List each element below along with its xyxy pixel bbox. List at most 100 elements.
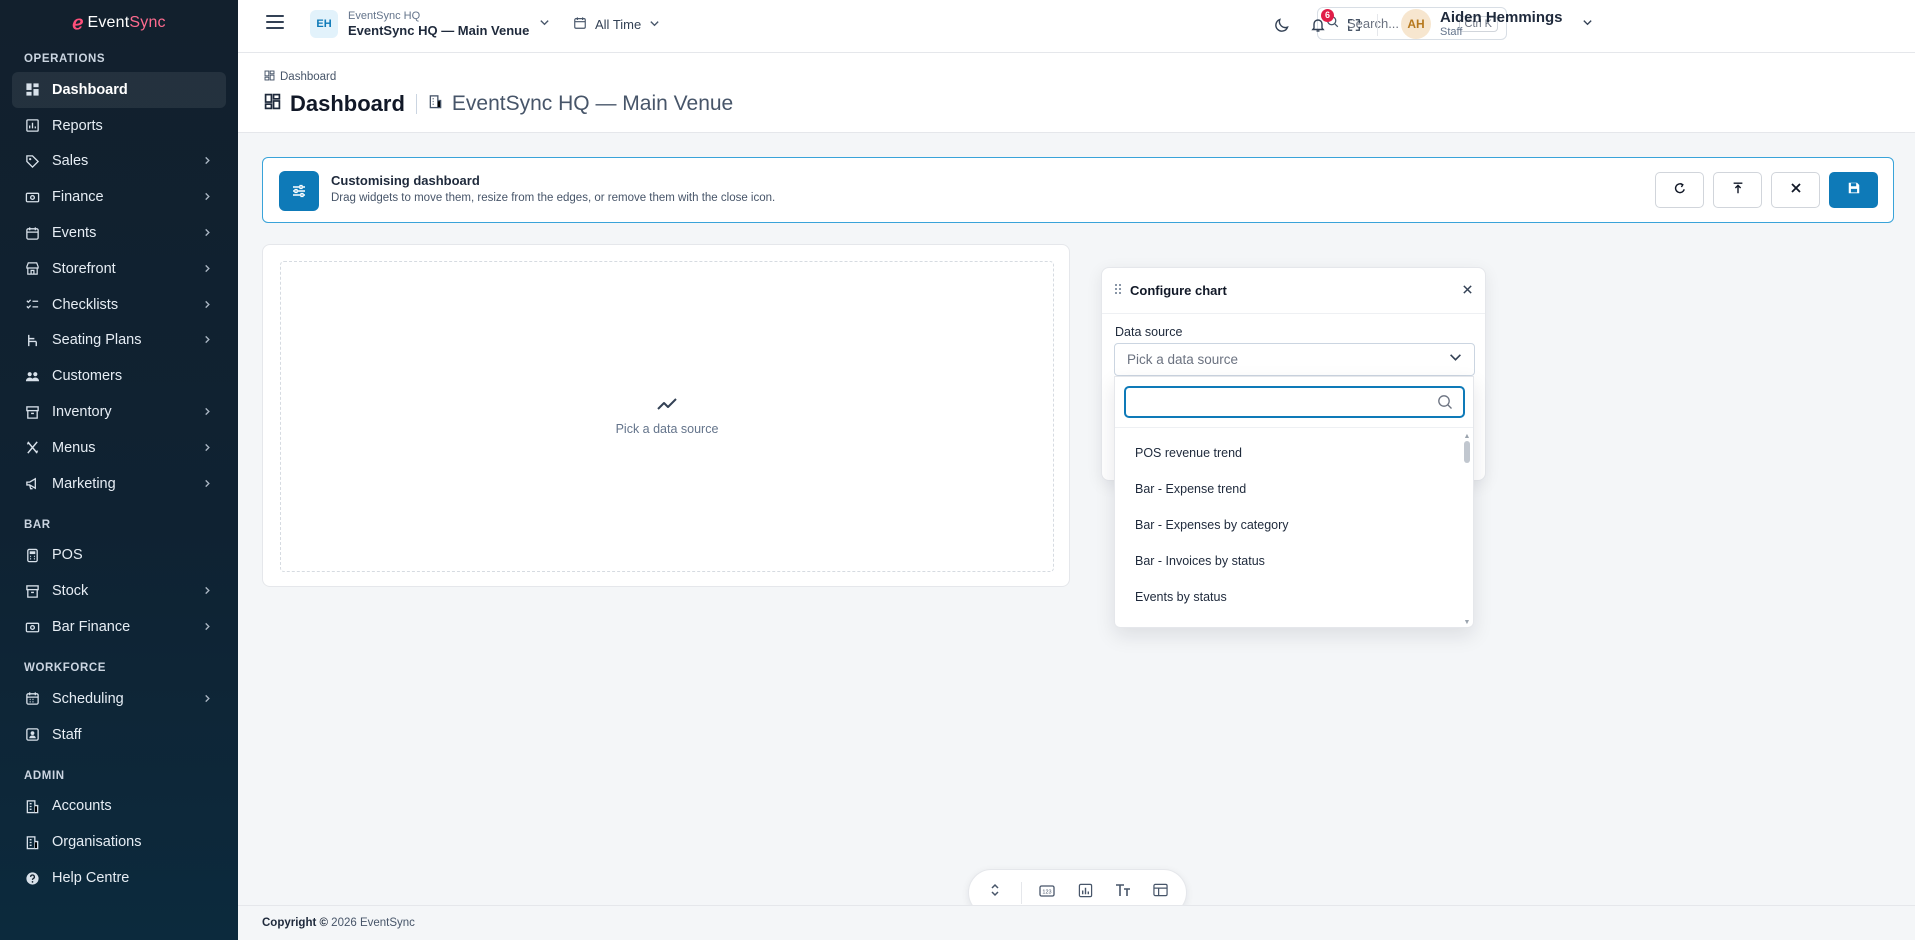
sidebar-item-seating-plans[interactable]: Seating Plans (12, 323, 226, 359)
topbar-divider (1377, 14, 1378, 36)
data-source-option[interactable]: Bar - Expense trend (1115, 471, 1455, 507)
data-source-option[interactable]: POS revenue trend (1115, 435, 1455, 471)
svg-text:123: 123 (1043, 889, 1052, 895)
page-title: Dashboard (290, 91, 405, 116)
drag-handle-icon[interactable] (1114, 282, 1122, 300)
page-footer: Copyright © 2026 EventSync (238, 905, 1915, 940)
title-divider (415, 94, 417, 114)
sidebar-item-help-centre[interactable]: Help Centre (12, 860, 226, 896)
data-source-option[interactable]: Bar - Expenses by category (1115, 507, 1455, 543)
banner-description: Drag widgets to move them, resize from t… (331, 192, 776, 204)
add-chart-widget-button[interactable] (1069, 877, 1101, 909)
chevron-down-icon (1582, 15, 1593, 33)
sidebar-item-scheduling[interactable]: Scheduling (12, 681, 226, 717)
scroll-down-icon[interactable]: ▼ (1463, 619, 1471, 627)
notifications-bell-icon[interactable]: 6 (1308, 9, 1334, 35)
sidebar-item-label: Organisations (52, 834, 142, 851)
menu-toggle-icon[interactable] (266, 15, 284, 29)
app-logo[interactable]: ℯ EventSync (0, 0, 238, 46)
sidebar-item-label: Staff (52, 726, 82, 743)
save-icon (1847, 181, 1861, 200)
chevron-down-icon (649, 17, 660, 32)
chevron-right-icon (203, 262, 212, 276)
add-number-widget-button[interactable]: 123 (1032, 877, 1064, 909)
sidebar-item-inventory[interactable]: Inventory (12, 394, 226, 430)
sidebar-item-pos[interactable]: POS (12, 538, 226, 574)
sidebar-item-organisations[interactable]: Organisations (12, 824, 226, 860)
breadcrumb[interactable]: Dashboard (264, 70, 336, 84)
sidebar-item-label: Customers (52, 368, 123, 385)
add-table-widget-button[interactable] (1144, 877, 1176, 909)
sidebar-item-label: Finance (52, 189, 104, 206)
chevron-right-icon (203, 333, 212, 347)
sidebar-item-sales[interactable]: Sales (12, 144, 226, 180)
close-icon[interactable] (1462, 282, 1473, 300)
money-icon (24, 619, 40, 635)
sidebar-item-bar-finance[interactable]: Bar Finance (12, 609, 226, 645)
page-subtitle-venue: EventSync HQ — Main Venue (451, 92, 734, 115)
sidebar-item-accounts[interactable]: Accounts (12, 789, 226, 825)
chevron-right-icon (203, 298, 212, 312)
fullscreen-icon[interactable] (1344, 15, 1364, 35)
table-icon (1153, 883, 1168, 902)
user-menu[interactable]: AH Aiden Hemmings Staff (1401, 9, 1593, 39)
align-top-button[interactable] (1713, 172, 1762, 208)
sidebar-item-marketing[interactable]: Marketing (12, 466, 226, 502)
chevron-right-icon (203, 477, 212, 491)
org-avatar: EH (310, 10, 338, 39)
sidebar-item-storefront[interactable]: Storefront (12, 251, 226, 287)
sidebar-item-dashboard[interactable]: Dashboard (12, 72, 226, 108)
save-layout-button[interactable] (1829, 172, 1878, 208)
chevron-right-icon (203, 154, 212, 168)
sidebar-item-label: Reports (52, 117, 103, 134)
cancel-customise-button[interactable] (1771, 172, 1820, 208)
dark-mode-toggle-icon[interactable] (1272, 15, 1292, 35)
data-source-option[interactable]: Bar - Invoices by status (1115, 543, 1455, 579)
calendar-icon (573, 16, 587, 33)
copyright-text: Copyright © 2026 EventSync (262, 917, 415, 929)
sidebar-item-finance[interactable]: Finance (12, 179, 226, 215)
dashboard-icon (264, 93, 281, 115)
menus-icon (24, 440, 40, 456)
scroll-up-icon[interactable]: ▲ (1463, 433, 1471, 441)
sidebar-item-label: Menus (52, 439, 96, 456)
checklist-icon (24, 297, 40, 313)
dropdown-scrollbar[interactable]: ▲ ▼ (1463, 433, 1471, 626)
sidebar-item-label: Events (52, 225, 97, 242)
notifications-count-badge: 6 (1320, 9, 1334, 22)
nav-section-heading: ADMIN (24, 769, 65, 782)
trend-line-icon (657, 397, 677, 416)
refresh-icon (1673, 181, 1687, 200)
configure-chart-title: Configure chart (1130, 283, 1227, 298)
sidebar-item-customers[interactable]: Customers (12, 358, 226, 394)
sidebar-item-stock[interactable]: Stock (12, 573, 226, 609)
number-card-icon: 123 (1039, 884, 1056, 902)
data-source-search-input[interactable] (1126, 388, 1426, 416)
add-text-widget-button[interactable] (1107, 877, 1139, 909)
org-switcher[interactable]: EH EventSync HQ EventSync HQ — Main Venu… (310, 10, 550, 39)
data-source-option[interactable]: Events by status (1115, 579, 1455, 615)
time-filter-dropdown[interactable]: All Time (573, 16, 660, 33)
user-name: Aiden Hemmings (1440, 8, 1563, 26)
sidebar-item-label: POS (52, 547, 83, 564)
reset-layout-button[interactable] (1655, 172, 1704, 208)
chevron-right-icon (203, 190, 212, 204)
sidebar-item-reports[interactable]: Reports (12, 108, 226, 144)
sidebar-item-checklists[interactable]: Checklists (12, 287, 226, 323)
sidebar-item-events[interactable]: Events (12, 215, 226, 251)
chevron-right-icon (203, 584, 212, 598)
data-source-select[interactable]: Pick a data source (1114, 343, 1475, 376)
logo-icon: ℯ (72, 12, 84, 34)
seating-icon (24, 332, 40, 348)
collapse-toolbar-button[interactable] (979, 877, 1011, 909)
nav-section-heading: OPERATIONS (24, 53, 106, 65)
scrollbar-thumb[interactable] (1464, 441, 1470, 463)
chart-widget[interactable]: Pick a data source (262, 244, 1070, 587)
nav-section-heading: BAR (24, 518, 51, 531)
page-header: Dashboard Dashboard EventSync HQ — Main … (238, 53, 1915, 133)
sidebar-item-menus[interactable]: Menus (12, 430, 226, 466)
inventory-icon (24, 404, 40, 420)
sidebar-item-staff[interactable]: Staff (12, 717, 226, 753)
sidebar-item-label: Inventory (52, 404, 112, 421)
data-source-search[interactable] (1124, 386, 1465, 418)
